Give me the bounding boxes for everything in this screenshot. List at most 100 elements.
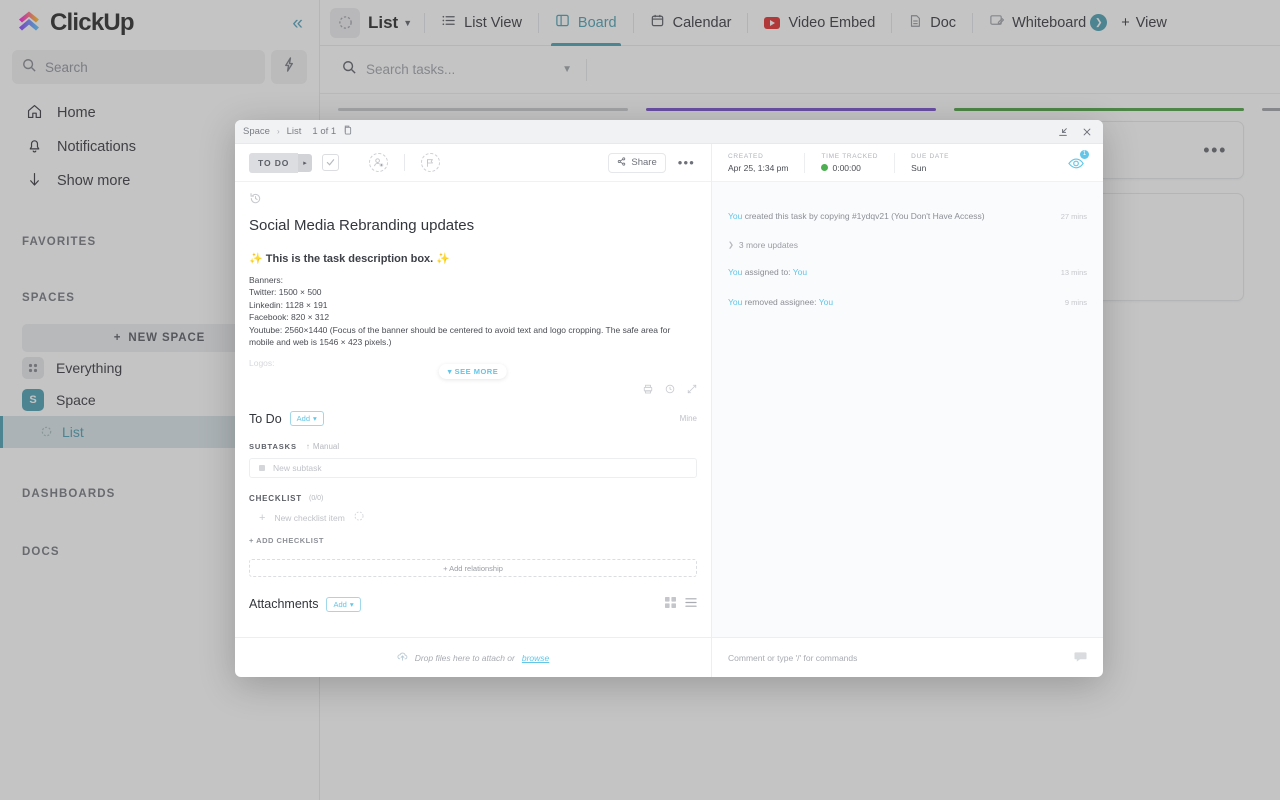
tab-whiteboard[interactable]: Whiteboard xyxy=(985,0,1090,46)
column-color-bar xyxy=(954,108,1244,111)
activity-item: You assigned to: You 13 mins xyxy=(728,266,1087,278)
list-circle-icon xyxy=(41,424,52,440)
description-line: Facebook: 820 × 312 xyxy=(249,311,697,323)
check-icon[interactable] xyxy=(322,154,339,171)
add-view-button[interactable]: + View xyxy=(1121,15,1167,31)
breadcrumb-list[interactable]: List xyxy=(287,126,302,137)
print-icon[interactable] xyxy=(643,384,653,397)
flag-icon[interactable] xyxy=(421,153,440,172)
activity-feed: You created this task by copying #1ydqv2… xyxy=(712,182,1103,637)
watchers-button[interactable]: 1 xyxy=(1067,153,1087,173)
new-space-label: NEW SPACE xyxy=(128,332,205,344)
todo-section-header: To Do Add ▾ Mine xyxy=(249,411,697,426)
history-icon[interactable] xyxy=(249,192,262,205)
activity-item: You created this task by copying #1ydqv2… xyxy=(728,210,1087,222)
activity-link[interactable]: You xyxy=(819,297,833,307)
timer-start-icon[interactable] xyxy=(821,164,828,171)
tab-label: Video Embed xyxy=(788,15,875,31)
tab-video-embed[interactable]: Video Embed xyxy=(760,0,879,46)
breadcrumb-space[interactable]: Space xyxy=(243,126,270,137)
add-checklist-button[interactable]: + ADD CHECKLIST xyxy=(249,536,697,545)
add-view-label: View xyxy=(1136,15,1167,31)
activity-actor[interactable]: You xyxy=(728,211,742,221)
browse-link[interactable]: browse xyxy=(522,653,549,663)
modal-body: TO DO ▸ xyxy=(235,144,1103,637)
close-icon[interactable] xyxy=(1079,124,1095,140)
grid-view-icon[interactable] xyxy=(665,595,676,613)
divider xyxy=(424,13,425,33)
activity-detail: created this task by copying #1ydqv21 (Y… xyxy=(742,211,984,221)
clickup-logo-icon xyxy=(16,10,42,36)
comment-input[interactable]: Comment or type '/' for commands xyxy=(728,653,1074,663)
clickup-app: ClickUp « Search xyxy=(0,0,1280,800)
tab-calendar[interactable]: Calendar xyxy=(646,0,736,46)
see-more-label: SEE MORE xyxy=(455,367,499,376)
clickup-logo[interactable]: ClickUp xyxy=(16,9,292,37)
status-next-arrow-icon[interactable]: ▸ xyxy=(298,154,312,172)
mine-filter[interactable]: Mine xyxy=(680,414,697,423)
activity-text: You removed assignee: You xyxy=(728,296,1065,308)
activity-actor[interactable]: You xyxy=(728,267,742,277)
share-icon xyxy=(617,157,626,169)
divider xyxy=(586,59,587,81)
collapse-icon[interactable] xyxy=(1055,124,1071,140)
see-more-button[interactable]: ▾ SEE MORE xyxy=(439,364,507,379)
add-relationship-button[interactable]: + Add relationship xyxy=(249,559,697,577)
activity-time: 13 mins xyxy=(1061,268,1087,277)
task-search-input[interactable]: Search tasks... ▼ xyxy=(342,60,572,79)
todo-add-button[interactable]: Add ▾ xyxy=(290,411,324,426)
quick-action-bolt-button[interactable] xyxy=(271,50,307,84)
new-subtask-input[interactable]: New subtask xyxy=(249,458,697,478)
list-view-icon[interactable] xyxy=(685,595,697,613)
tab-board[interactable]: Board xyxy=(551,0,621,46)
new-checklist-item-input[interactable]: + New checklist item xyxy=(249,511,697,524)
plus-icon: + xyxy=(259,512,265,524)
task-title[interactable]: Social Media Rebranding updates xyxy=(249,217,697,234)
comment-bubble-icon[interactable] xyxy=(1074,650,1087,666)
activity-actor[interactable]: You xyxy=(728,297,742,307)
status-label[interactable]: TO DO xyxy=(249,153,298,173)
sidebar-search-input[interactable]: Search xyxy=(12,50,265,84)
chevron-down-icon[interactable]: ▼ xyxy=(562,64,572,75)
meta-time-tracked[interactable]: TIME TRACKED 0:00:00 xyxy=(804,153,894,173)
more-updates-toggle[interactable]: ❯ 3 more updates xyxy=(728,240,1087,250)
assign-checklist-icon[interactable] xyxy=(354,511,365,524)
meta-value: Sun xyxy=(911,163,949,173)
tab-list-view[interactable]: List View xyxy=(437,0,526,46)
chevron-down-icon[interactable]: ▼ xyxy=(403,18,412,28)
attachments-header: Attachments Add ▾ xyxy=(249,595,697,613)
tab-label: Whiteboard xyxy=(1012,15,1086,31)
share-button[interactable]: Share xyxy=(608,153,665,173)
divider xyxy=(538,13,539,33)
more-horizontal-icon[interactable]: ••• xyxy=(676,155,697,170)
modal-titlebar: Space › List 1 of 1 xyxy=(235,120,1103,144)
sidebar-item-label: List xyxy=(62,424,84,440)
sidebar-item-label: Show more xyxy=(57,173,130,189)
attachments-add-button[interactable]: Add ▾ xyxy=(326,597,360,612)
status-badge[interactable]: TO DO ▸ xyxy=(249,153,312,173)
next-views-arrow-icon[interactable]: ❯ xyxy=(1090,14,1107,31)
top-view-bar: List ▼ List View xyxy=(320,0,1280,46)
add-assignee-icon[interactable] xyxy=(369,153,388,172)
everything-grid-icon xyxy=(22,357,44,379)
tab-doc[interactable]: Doc xyxy=(904,0,960,46)
file-drop-zone[interactable]: Drop files here to attach or browse xyxy=(235,638,712,677)
task-content: Social Media Rebranding updates ✨ This i… xyxy=(235,182,711,637)
modal-footer: Drop files here to attach or browse Comm… xyxy=(235,637,1103,677)
clock-icon[interactable] xyxy=(665,384,675,397)
activity-link[interactable]: You xyxy=(793,267,807,277)
description-heading: ✨ This is the task description box. ✨ xyxy=(249,252,697,265)
modal-window-controls xyxy=(1055,124,1095,140)
more-horizontal-icon[interactable]: ••• xyxy=(1203,140,1227,161)
copy-icon[interactable] xyxy=(343,125,352,138)
activity-detail: assigned to: xyxy=(742,267,792,277)
expand-icon[interactable] xyxy=(687,384,697,397)
breadcrumb: Space › List 1 of 1 xyxy=(243,125,352,138)
sidebar-item-label: Everything xyxy=(56,360,122,376)
see-more-wrap: ▾ SEE MORE xyxy=(249,364,697,378)
description-body[interactable]: Banners: Twitter: 1500 × 500 Linkedin: 1… xyxy=(249,274,697,348)
meta-due-date[interactable]: DUE DATE Sun xyxy=(894,153,965,173)
sidebar-collapse-icon[interactable]: « xyxy=(292,14,303,33)
subtasks-sort-manual[interactable]: ↑ Manual xyxy=(306,442,339,451)
chevron-down-icon: ▾ xyxy=(313,414,317,423)
